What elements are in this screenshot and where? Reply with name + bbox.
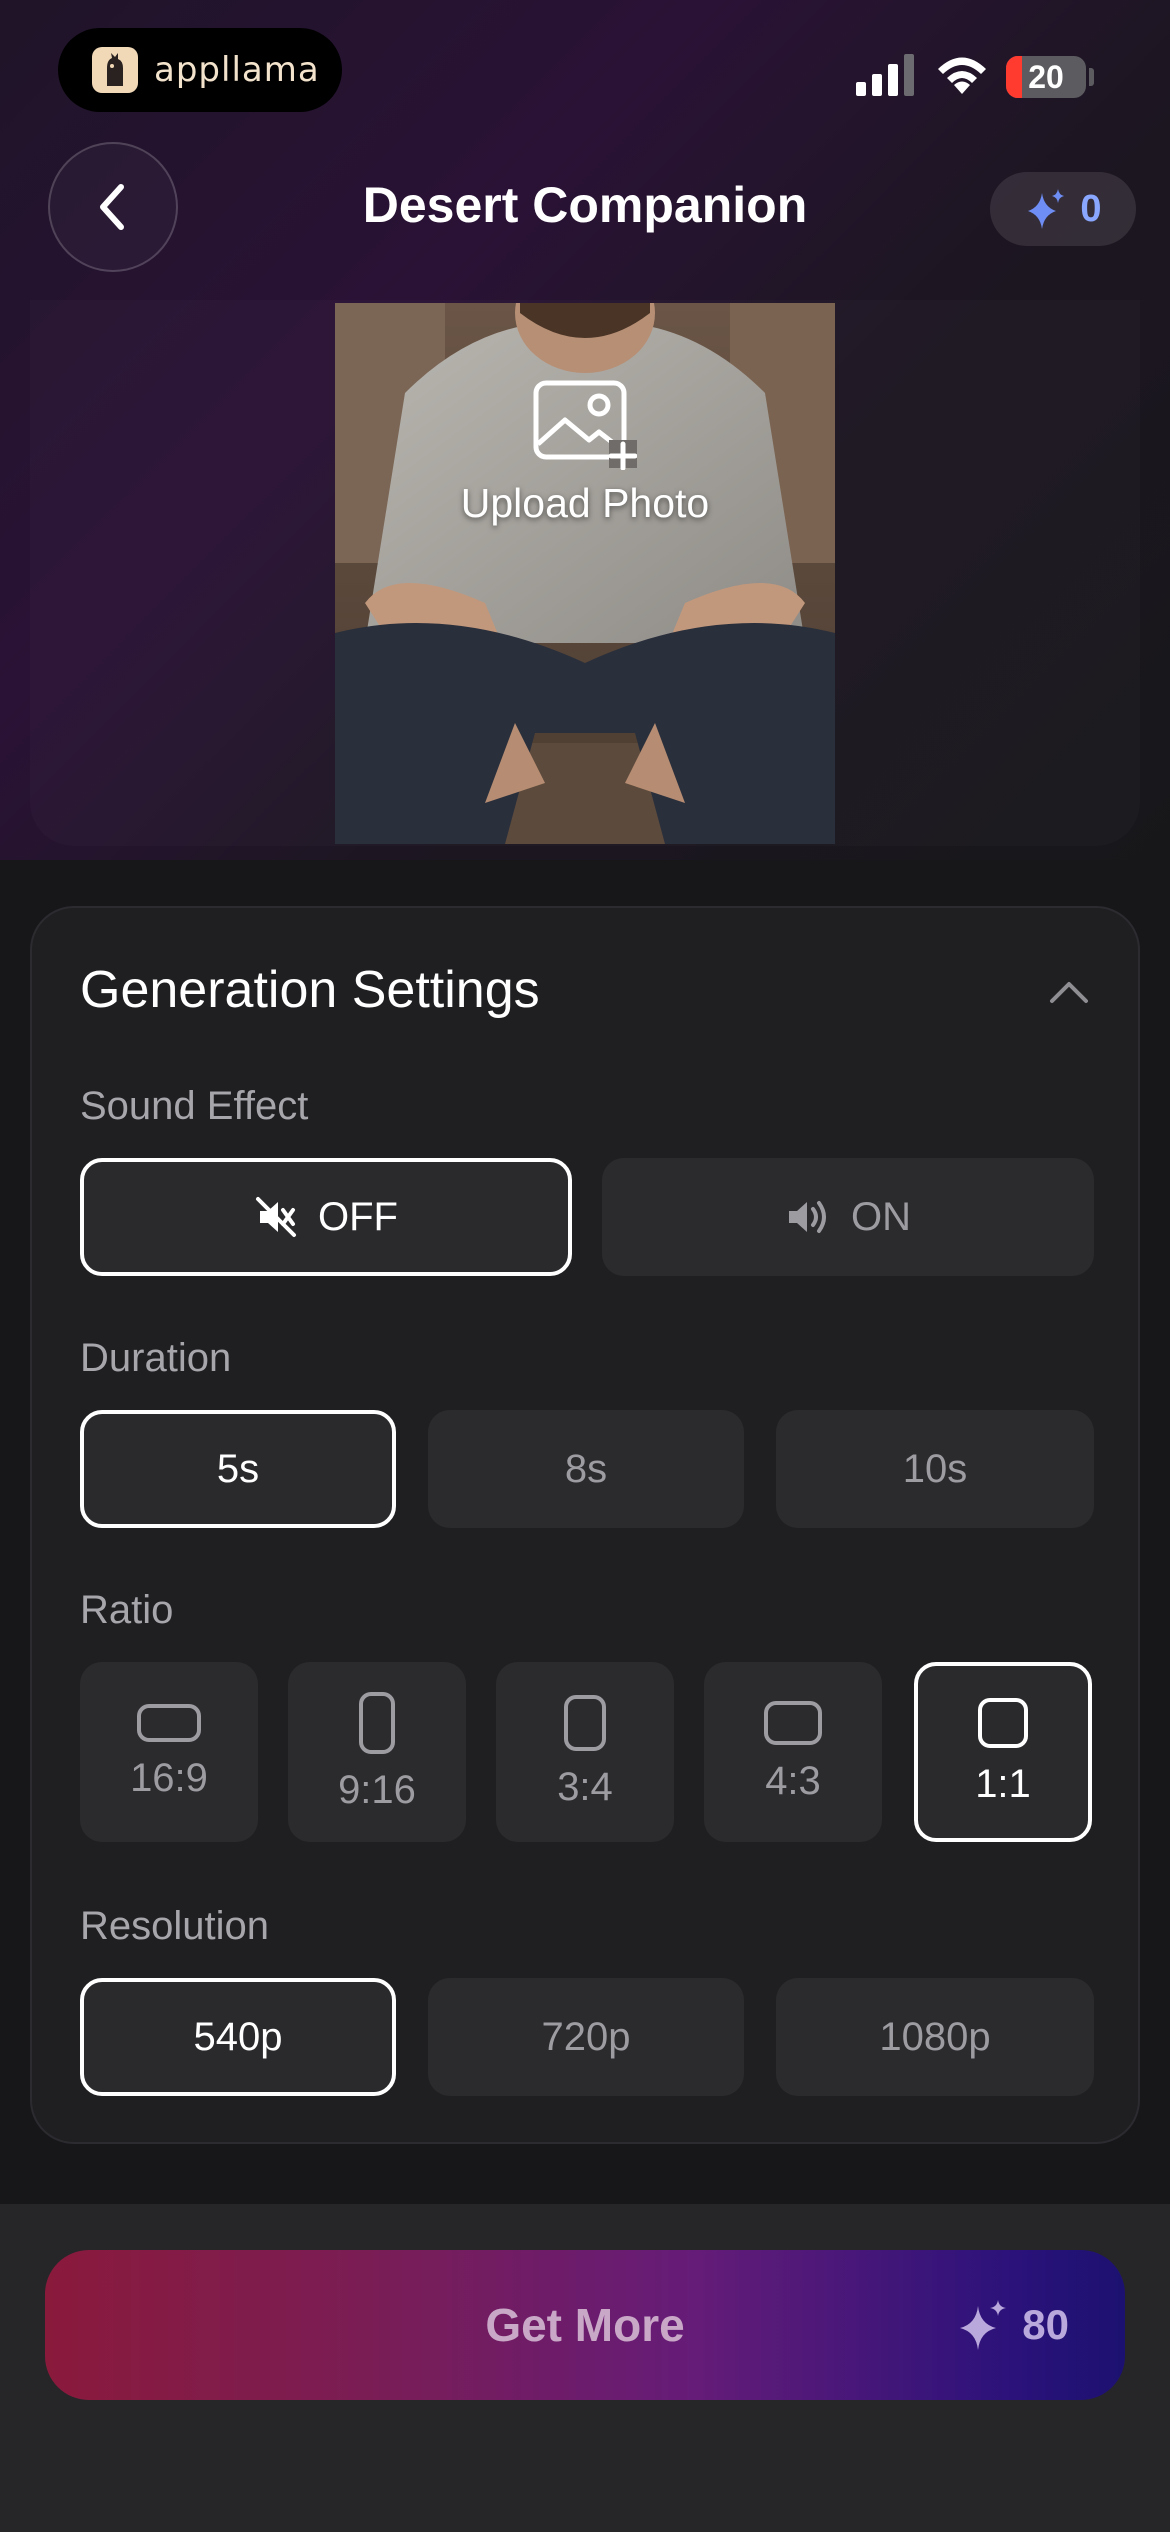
generation-settings-panel: Generation Settings Sound Effect OFF ON … <box>30 906 1140 2144</box>
status-bar: appllama 20 <box>0 0 1170 140</box>
sound-on-option[interactable]: ON <box>602 1158 1094 1276</box>
ratio-1-1-label: 1:1 <box>975 1761 1031 1806</box>
portrait-tall-icon <box>359 1691 395 1754</box>
resolution-540p-label: 540p <box>193 2014 283 2059</box>
ratio-4-3-label: 4:3 <box>765 1758 821 1803</box>
ratio-16-9-option[interactable]: 16:9 <box>80 1662 258 1842</box>
cost-value: 80 <box>1022 2301 1069 2348</box>
speaker-on-icon <box>789 1201 826 1233</box>
ratio-1-1-option[interactable]: 1:1 <box>914 1662 1092 1842</box>
add-image-icon <box>533 380 637 470</box>
speaker-muted-icon <box>256 1197 296 1237</box>
back-button[interactable] <box>48 142 178 272</box>
chevron-up-icon[interactable] <box>1044 968 1094 1018</box>
battery-icon: 20 <box>1006 56 1086 98</box>
portrait-icon <box>564 1694 606 1751</box>
sparkle-icon <box>960 2300 1007 2350</box>
ratio-4-3-option[interactable]: 4:3 <box>704 1662 882 1842</box>
landscape-wide-icon <box>137 1703 201 1742</box>
resolution-720p-option[interactable]: 720p <box>428 1978 744 2096</box>
landscape-icon <box>764 1700 822 1745</box>
sound-off-option[interactable]: OFF <box>80 1158 572 1276</box>
chevron-left-icon <box>100 184 124 230</box>
square-icon <box>978 1697 1028 1748</box>
cellular-signal-icon <box>856 54 914 96</box>
sound-off-label: OFF <box>318 1194 398 1239</box>
duration-5s-option[interactable]: 5s <box>80 1410 396 1528</box>
ratio-label: Ratio <box>80 1588 174 1632</box>
get-more-label: Get More <box>485 2299 685 2351</box>
ratio-3-4-label: 3:4 <box>557 1764 613 1809</box>
duration-10s-option[interactable]: 10s <box>776 1410 1094 1528</box>
ratio-3-4-option[interactable]: 3:4 <box>496 1662 674 1842</box>
resolution-720p-label: 720p <box>541 2014 631 2059</box>
credits-count: 0 <box>1080 187 1102 230</box>
brand-pill[interactable]: appllama <box>58 28 342 112</box>
page-title: Desert Companion <box>362 177 808 233</box>
duration-8s-label: 8s <box>564 1446 608 1491</box>
duration-10s-label: 10s <box>902 1446 968 1491</box>
battery-tip <box>1089 68 1094 86</box>
upload-photo-area[interactable]: Upload Photo <box>335 380 835 580</box>
get-more-button[interactable]: Get More 80 <box>45 2250 1125 2400</box>
credits-balance-button[interactable]: 0 <box>990 172 1136 246</box>
duration-label: Duration <box>80 1336 232 1380</box>
llama-logo-icon <box>92 47 138 93</box>
duration-8s-option[interactable]: 8s <box>428 1410 744 1528</box>
sound-on-label: ON <box>851 1194 911 1239</box>
generation-cost: 80 <box>956 2250 1069 2400</box>
settings-title: Generation Settings <box>80 961 540 1019</box>
upload-photo-label: Upload Photo <box>460 480 710 526</box>
resolution-1080p-label: 1080p <box>879 2014 991 2059</box>
ratio-9-16-option[interactable]: 9:16 <box>288 1662 466 1842</box>
resolution-label: Resolution <box>80 1904 270 1948</box>
sparkle-icon <box>1028 189 1065 229</box>
ratio-9-16-label: 9:16 <box>338 1767 416 1812</box>
sound-effect-label: Sound Effect <box>80 1084 309 1128</box>
battery-level: 20 <box>1028 58 1064 95</box>
brand-name: appllama <box>154 50 320 90</box>
ratio-16-9-label: 16:9 <box>130 1755 208 1800</box>
resolution-540p-option[interactable]: 540p <box>80 1978 396 2096</box>
wifi-icon <box>938 57 986 94</box>
duration-5s-label: 5s <box>216 1446 260 1491</box>
resolution-1080p-option[interactable]: 1080p <box>776 1978 1094 2096</box>
